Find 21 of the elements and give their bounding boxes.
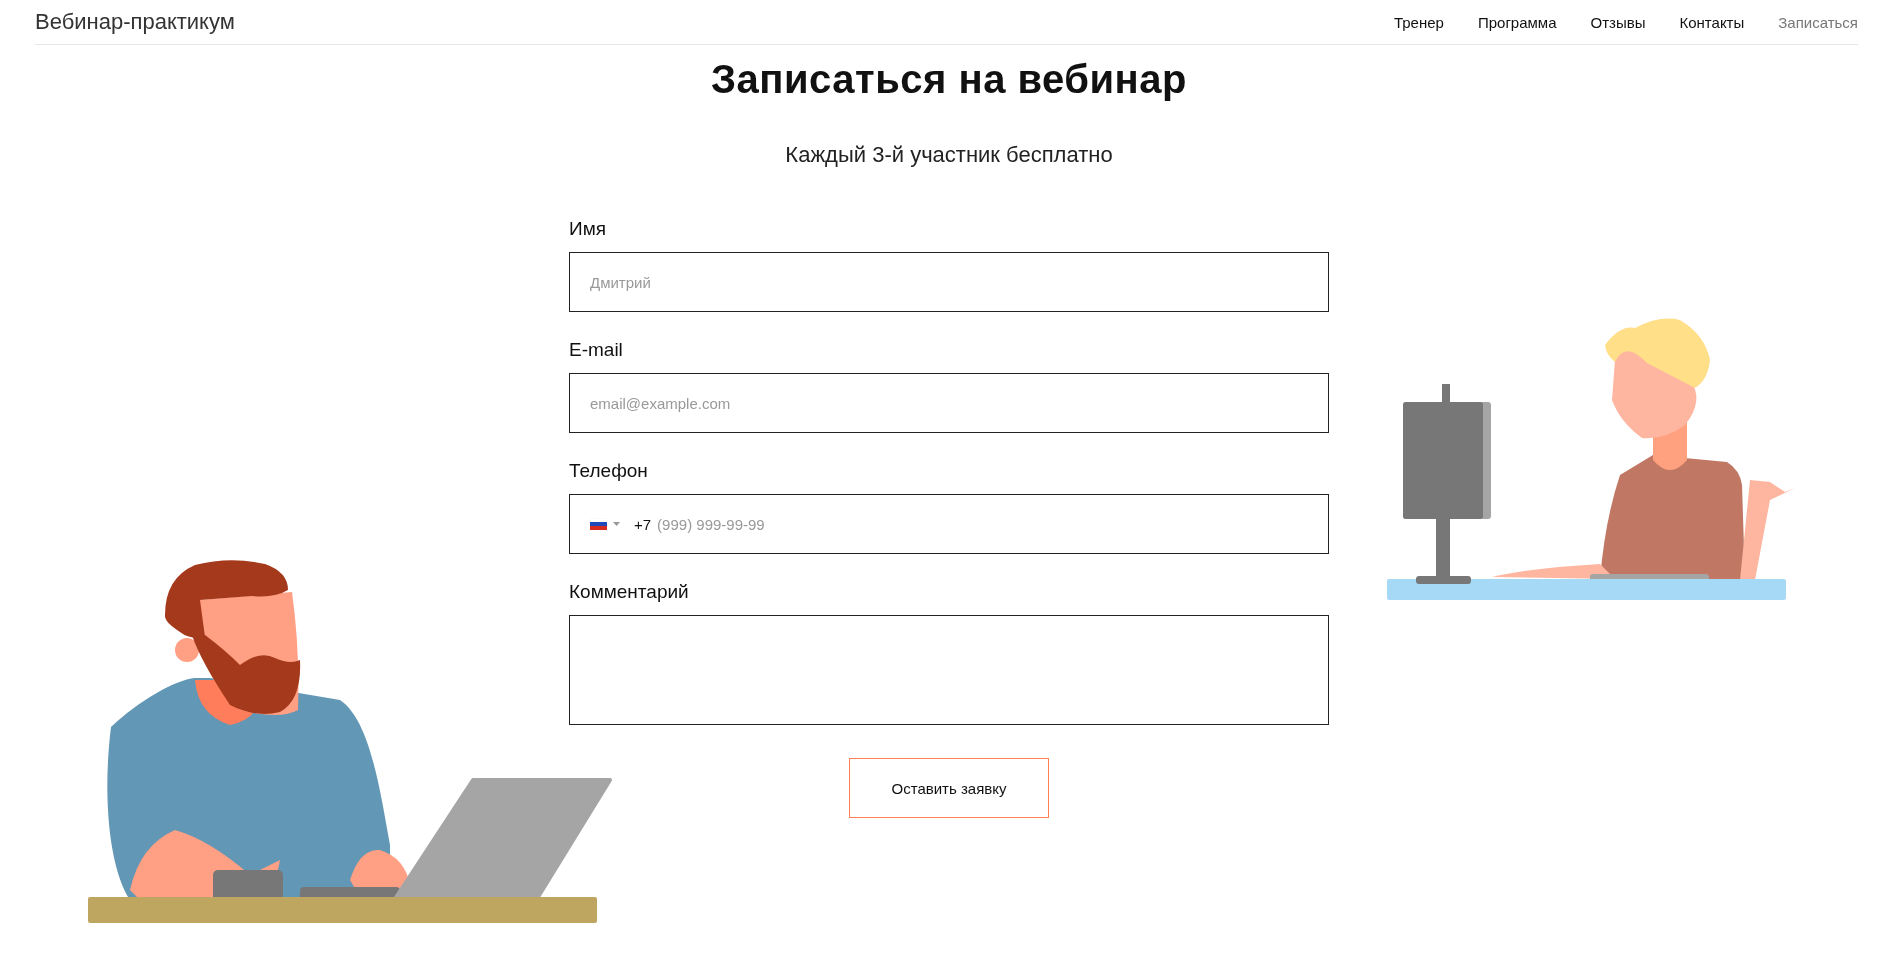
- field-label: Имя: [569, 218, 607, 240]
- subtitle: Каждый 3-й участник бесплатно: [785, 142, 1113, 168]
- nav-link[interactable]: Программа: [1477, 13, 1557, 31]
- nav-link[interactable]: Записаться: [1778, 13, 1858, 31]
- comment-field[interactable]: [569, 615, 1329, 725]
- nav-link[interactable]: Отзывы: [1590, 13, 1646, 31]
- russia-flag-icon[interactable]: [590, 518, 607, 530]
- field-label: E-mail: [569, 339, 624, 361]
- email-field[interactable]: email@example.com: [569, 373, 1329, 433]
- phone-number-input[interactable]: (999) 999-99-99: [657, 515, 1308, 533]
- caret-icon[interactable]: [613, 522, 620, 526]
- page-heading: Записаться на вебинар: [711, 57, 1187, 102]
- submit-button[interactable]: Оставить заявку: [849, 758, 1049, 818]
- nav-link[interactable]: Тренер: [1393, 13, 1444, 31]
- site-title[interactable]: Вебинар-практикум: [35, 9, 235, 35]
- nav-link[interactable]: Контакты: [1679, 13, 1745, 31]
- country-code: +7: [634, 515, 652, 533]
- field-label: Телефон: [569, 460, 649, 482]
- phone-field[interactable]: +7 (999) 999-99-99: [569, 494, 1329, 554]
- name-field[interactable]: Дмитрий: [569, 252, 1329, 312]
- field-label: Комментарий: [569, 581, 690, 603]
